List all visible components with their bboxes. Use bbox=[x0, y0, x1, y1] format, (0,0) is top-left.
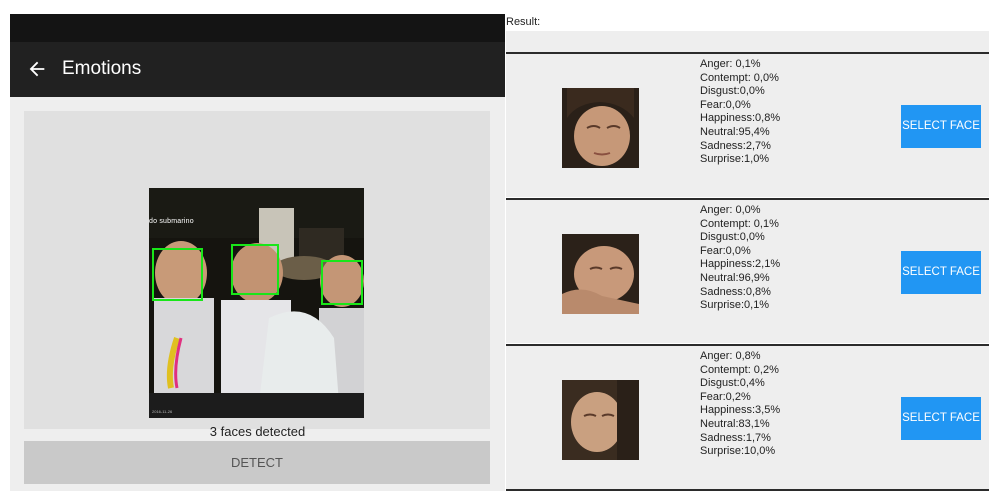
select-face-button-3[interactable]: SELECT FACE bbox=[901, 397, 981, 440]
emotion-scores-1: Anger: 0,1% Contempt: 0,0% Disgust:0,0% … bbox=[700, 58, 780, 167]
emotion-anger: Anger: 0,8% bbox=[700, 350, 761, 362]
emotion-anger: Anger: 0,0% bbox=[700, 204, 761, 216]
emotion-sadness: Sadness:0,8% bbox=[700, 285, 771, 298]
face-thumbnail-2 bbox=[562, 234, 639, 314]
result-row-3: Anger: 0,8% Contempt: 0,2% Disgust:0,4% … bbox=[506, 344, 989, 489]
result-label: Result: bbox=[506, 16, 541, 28]
emotion-disgust: Disgust:0,0% bbox=[700, 85, 765, 98]
emotion-neutral: Neutral:83,1% bbox=[700, 417, 770, 430]
emotion-happiness: Happiness:3,5% bbox=[700, 404, 781, 417]
emotion-anger: Anger: 0,1% bbox=[700, 58, 761, 70]
face-thumbnail-3 bbox=[562, 380, 639, 460]
face-box-2 bbox=[231, 244, 279, 295]
select-face-button-1[interactable]: SELECT FACE bbox=[901, 105, 981, 148]
emotion-scores-3: Anger: 0,8% Contempt: 0,2% Disgust:0,4% … bbox=[700, 350, 780, 459]
emotion-scores-2: Anger: 0,0% Contempt: 0,1% Disgust:0,0% … bbox=[700, 204, 780, 313]
analyzed-photo: do submarino 2016-11-26 bbox=[149, 188, 364, 418]
page-title: Emotions bbox=[62, 58, 142, 79]
arrow-left-icon[interactable] bbox=[26, 58, 48, 80]
emotion-neutral: Neutral:95,4% bbox=[700, 125, 770, 138]
emotion-surprise: Surprise:0,1% bbox=[700, 299, 770, 312]
emotion-happiness: Happiness:2,1% bbox=[700, 258, 781, 271]
app-bar: Emotions bbox=[10, 42, 505, 97]
face-thumbnail-1 bbox=[562, 88, 639, 168]
image-preview-area: do submarino 2016-11-26 bbox=[24, 111, 490, 429]
emotion-contempt: Contempt: 0,1% bbox=[700, 217, 779, 230]
emotion-surprise: Surprise:1,0% bbox=[700, 153, 770, 166]
result-row-1: Anger: 0,1% Contempt: 0,0% Disgust:0,0% … bbox=[506, 52, 989, 197]
emotion-disgust: Disgust:0,0% bbox=[700, 231, 765, 244]
emotion-disgust: Disgust:0,4% bbox=[700, 377, 765, 390]
select-face-button-2[interactable]: SELECT FACE bbox=[901, 251, 981, 294]
app-screen: Emotions do submarino 2016-11-26 3 faces… bbox=[10, 14, 505, 491]
face-box-1 bbox=[152, 248, 203, 301]
video-timestamp: 2016-11-26 bbox=[152, 409, 173, 414]
emotion-sadness: Sadness:2,7% bbox=[700, 139, 771, 152]
result-header-strip bbox=[506, 31, 989, 52]
face-box-3 bbox=[321, 260, 363, 305]
faces-detected-status: 3 faces detected bbox=[209, 424, 306, 439]
emotion-fear: Fear:0,2% bbox=[700, 390, 751, 403]
emotion-fear: Fear:0,0% bbox=[700, 98, 751, 111]
emotion-surprise: Surprise:10,0% bbox=[700, 445, 776, 458]
emotion-contempt: Contempt: 0,0% bbox=[700, 71, 779, 84]
status-bar bbox=[10, 14, 505, 42]
emotion-neutral: Neutral:96,9% bbox=[700, 271, 770, 284]
emotion-fear: Fear:0,0% bbox=[700, 244, 751, 257]
emotion-sadness: Sadness:1,7% bbox=[700, 431, 771, 444]
emotion-contempt: Contempt: 0,2% bbox=[700, 363, 779, 376]
result-row-2: Anger: 0,0% Contempt: 0,1% Disgust:0,0% … bbox=[506, 198, 989, 343]
detect-button[interactable]: DETECT bbox=[24, 441, 490, 484]
results-panel: Result: Anger: 0,1% Contempt: 0,0% Disgu… bbox=[506, 14, 989, 491]
video-caption-text: do submarino bbox=[149, 218, 194, 225]
emotion-happiness: Happiness:0,8% bbox=[700, 112, 781, 125]
